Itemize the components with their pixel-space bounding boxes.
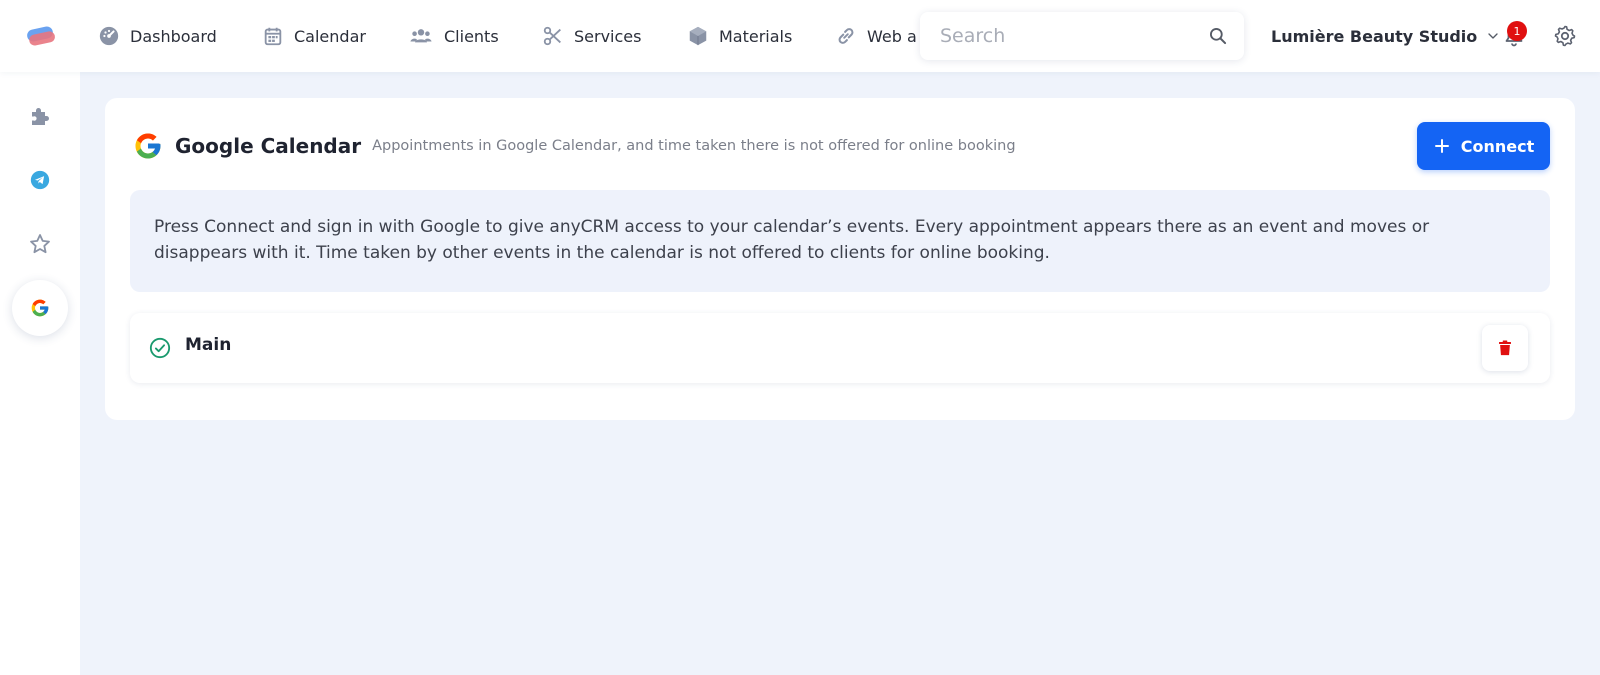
notification-badge: 1 bbox=[1507, 21, 1527, 41]
puzzle-icon bbox=[32, 108, 49, 125]
calendar-row: Main bbox=[130, 313, 1550, 383]
star-icon bbox=[30, 234, 50, 254]
connect-button-label: Connect bbox=[1460, 136, 1535, 156]
calendar-icon bbox=[264, 27, 282, 46]
org-switcher[interactable]: Lumière Beauty Studio bbox=[1271, 0, 1501, 72]
sidebar-item-telegram[interactable] bbox=[12, 152, 68, 208]
info-panel: Press Connect and sign in with Google to… bbox=[130, 190, 1550, 292]
nav-item-label: Materials bbox=[719, 26, 793, 46]
delete-calendar-button[interactable] bbox=[1482, 325, 1528, 371]
nav-item-label: Calendar bbox=[294, 26, 366, 46]
nav-item-dashboard[interactable]: Dashboard bbox=[98, 0, 217, 72]
clients-icon bbox=[410, 29, 432, 43]
gear-icon[interactable] bbox=[1553, 24, 1577, 48]
sidebar-item-integrations[interactable] bbox=[12, 88, 68, 144]
telegram-icon bbox=[30, 170, 50, 190]
check-circle-icon bbox=[149, 337, 171, 359]
trash-icon bbox=[1499, 340, 1511, 356]
sidebar bbox=[0, 72, 80, 675]
box-icon bbox=[689, 26, 707, 46]
nav-item-materials[interactable]: Materials bbox=[687, 0, 792, 72]
main-nav: Dashboard Calendar Clients Services Mate… bbox=[0, 0, 918, 72]
scissors-icon bbox=[543, 26, 561, 46]
nav-item-label: Services bbox=[574, 26, 642, 46]
nav-item-web-access[interactable]: Web a bbox=[835, 0, 917, 72]
connect-button[interactable]: Connect bbox=[1417, 122, 1550, 170]
google-icon bbox=[135, 133, 161, 159]
google-icon bbox=[31, 299, 49, 317]
plus-icon bbox=[1434, 139, 1449, 153]
card-title: Google Calendar bbox=[175, 134, 362, 158]
nav-item-clients[interactable]: Clients bbox=[408, 0, 499, 72]
card-subtitle: Appointments in Google Calendar, and tim… bbox=[372, 138, 1016, 154]
top-bar: Dashboard Calendar Clients Services Mate… bbox=[0, 0, 1600, 72]
dashboard-icon bbox=[99, 26, 119, 46]
nav-item-label: Web a bbox=[867, 26, 917, 46]
info-text: Press Connect and sign in with Google to… bbox=[154, 217, 1430, 263]
org-name: Lumière Beauty Studio bbox=[1271, 26, 1478, 46]
search-icon[interactable] bbox=[1208, 26, 1228, 46]
chevron-down-icon bbox=[1488, 33, 1498, 39]
sidebar-item-favorites[interactable] bbox=[12, 216, 68, 272]
card-header: Google Calendar Appointments in Google C… bbox=[133, 130, 1016, 162]
integration-card: Google Calendar Appointments in Google C… bbox=[105, 98, 1575, 420]
nav-item-services[interactable]: Services bbox=[542, 0, 641, 72]
nav-item-label: Dashboard bbox=[130, 26, 217, 46]
nav-item-calendar[interactable]: Calendar bbox=[262, 0, 366, 72]
search-box bbox=[920, 12, 1244, 60]
calendar-name: Main bbox=[185, 335, 232, 355]
link-icon bbox=[838, 28, 854, 44]
nav-item-label: Clients bbox=[444, 26, 499, 46]
sidebar-item-google[interactable] bbox=[12, 280, 68, 336]
search-input[interactable] bbox=[940, 12, 1208, 60]
